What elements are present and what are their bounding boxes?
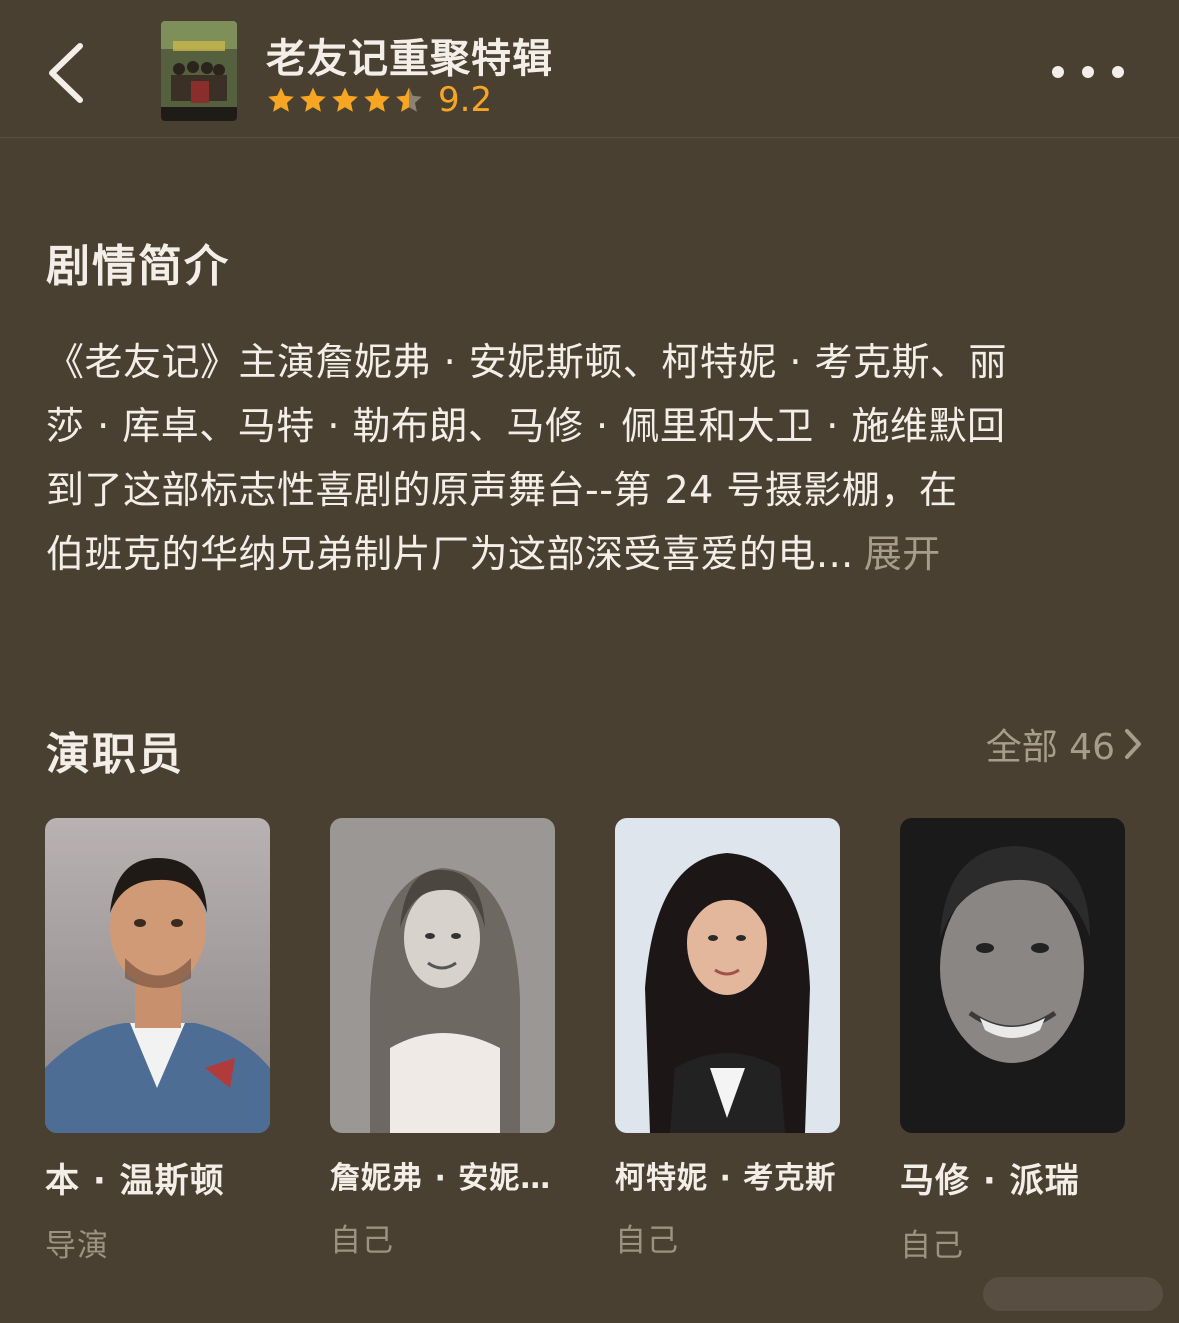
rating-stars: [266, 85, 424, 115]
synopsis-line-text: 伯班克的华纳兄弟制片厂为这部深受喜爱的电...: [46, 532, 854, 576]
star-half-icon: [396, 87, 422, 112]
all-cast-link[interactable]: 全部 46: [986, 720, 1143, 768]
cast-role: 自己: [615, 1223, 679, 1259]
top-bar: 老友记重聚特辑 9.2: [0, 0, 1179, 138]
dot-icon: [1052, 66, 1064, 78]
all-cast-label: 全部 46: [985, 727, 1115, 768]
show-title: 老友记重聚特辑: [266, 36, 553, 82]
synopsis-line: 莎 · 库卓、马特 · 勒布朗、马修 · 佩里和大卫 · 施维默回: [46, 404, 1006, 448]
cast-name: 马修 · 派瑞: [900, 1161, 1080, 1201]
dot-icon: [1082, 66, 1094, 78]
chevron-right-icon: [1125, 729, 1141, 759]
cast-name: 柯特妮 · 考克斯: [615, 1161, 837, 1196]
back-button[interactable]: [40, 38, 100, 108]
watermark: [983, 1277, 1163, 1311]
star-icon: [268, 87, 294, 112]
cast-card[interactable]: 本 · 温斯顿 导演: [45, 818, 270, 1265]
cast-name: 本 · 温斯顿: [45, 1161, 225, 1201]
more-options-button[interactable]: [1052, 58, 1124, 86]
cast-photo: [330, 818, 555, 1133]
cast-role: 导演: [45, 1228, 109, 1264]
dot-icon: [1112, 66, 1124, 78]
synopsis-line: 《老友记》主演詹妮弗 · 安妮斯顿、柯特妮 · 考克斯、丽: [46, 340, 1007, 384]
star-icon: [364, 87, 390, 112]
synopsis-line: 到了这部标志性喜剧的原声舞台--第 24 号摄影棚，在: [46, 468, 958, 512]
rating: 9.2: [266, 80, 492, 120]
expand-link[interactable]: 展开: [864, 532, 941, 576]
star-icon: [332, 87, 358, 112]
star-icon: [300, 87, 326, 112]
show-poster[interactable]: [161, 21, 237, 121]
cast-role: 自己: [900, 1228, 964, 1264]
cast-card[interactable]: 詹妮弗 · 安妮... 自己: [330, 818, 555, 1260]
cast-name: 詹妮弗 · 安妮...: [330, 1161, 555, 1196]
synopsis-heading: 剧情简介: [46, 241, 230, 292]
cast-photo: [615, 818, 840, 1133]
chevron-left-icon: [49, 43, 83, 103]
cast-heading: 演职员: [46, 729, 184, 780]
cast-card[interactable]: 柯特妮 · 考克斯 自己: [615, 818, 840, 1260]
rating-value: 9.2: [438, 80, 493, 120]
synopsis-text: 《老友记》主演詹妮弗 · 安妮斯顿、柯特妮 · 考克斯、丽 莎 · 库卓、马特 …: [46, 330, 1136, 586]
synopsis-line-last: 伯班克的华纳兄弟制片厂为这部深受喜爱的电... 展开: [46, 522, 1136, 586]
cast-role: 自己: [330, 1223, 394, 1259]
cast-photo: [900, 818, 1125, 1133]
cast-photo: [45, 818, 270, 1133]
cast-card[interactable]: 马修 · 派瑞 自己: [900, 818, 1125, 1265]
